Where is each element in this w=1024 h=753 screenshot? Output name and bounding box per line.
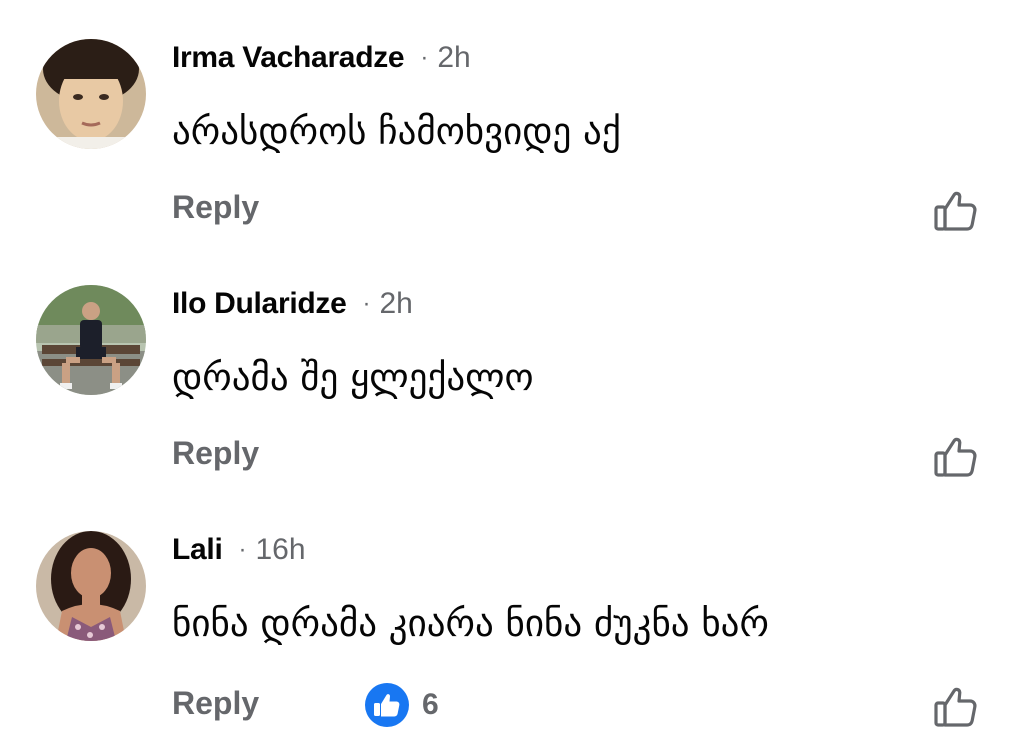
- separator-dot: ·: [238, 536, 247, 563]
- timestamp[interactable]: 2h: [437, 41, 470, 75]
- comment-text: არასდროს ჩამოხვიდე აქ: [172, 110, 621, 153]
- author-name[interactable]: Ilo Dularidze: [172, 287, 347, 321]
- like-button[interactable]: [932, 186, 980, 234]
- author-name[interactable]: Irma Vacharadze: [172, 41, 405, 75]
- comment-header: Lali · 16h: [172, 530, 306, 570]
- avatar[interactable]: [36, 285, 146, 395]
- like-button[interactable]: [932, 682, 980, 730]
- comment-header: Irma Vacharadze · 2h: [172, 38, 471, 78]
- thumbs-up-outline-icon: [934, 191, 977, 231]
- reply-button[interactable]: Reply: [172, 435, 259, 472]
- thumbs-up-outline-icon: [934, 687, 977, 727]
- avatar[interactable]: [36, 39, 146, 149]
- like-reaction-icon: [365, 683, 409, 727]
- thumbs-up-outline-icon: [934, 437, 977, 477]
- reply-button[interactable]: Reply: [172, 189, 259, 226]
- reaction-count: 6: [422, 688, 439, 721]
- like-button[interactable]: [932, 432, 980, 480]
- comment: Ilo Dularidze · 2h დრამა შე ყლექალო Repl…: [0, 246, 1024, 492]
- timestamp[interactable]: 2h: [379, 287, 412, 321]
- timestamp[interactable]: 16h: [255, 533, 305, 567]
- reaction-summary[interactable]: 6: [364, 682, 439, 728]
- reply-button[interactable]: Reply: [172, 685, 259, 722]
- avatar[interactable]: [36, 531, 146, 641]
- author-name[interactable]: Lali: [172, 533, 223, 567]
- comment: Lali · 16h ნინა დრამა კიარა ნინა ძუკნა ხ…: [0, 492, 1024, 738]
- comment-text: დრამა შე ყლექალო: [172, 356, 534, 399]
- comment-text: ნინა დრამა კიარა ნინა ძუკნა ხარ: [172, 602, 769, 645]
- comment: Irma Vacharadze · 2h არასდროს ჩამოხვიდე …: [0, 0, 1024, 246]
- separator-dot: ·: [420, 44, 429, 71]
- separator-dot: ·: [362, 290, 371, 317]
- comment-header: Ilo Dularidze · 2h: [172, 284, 413, 324]
